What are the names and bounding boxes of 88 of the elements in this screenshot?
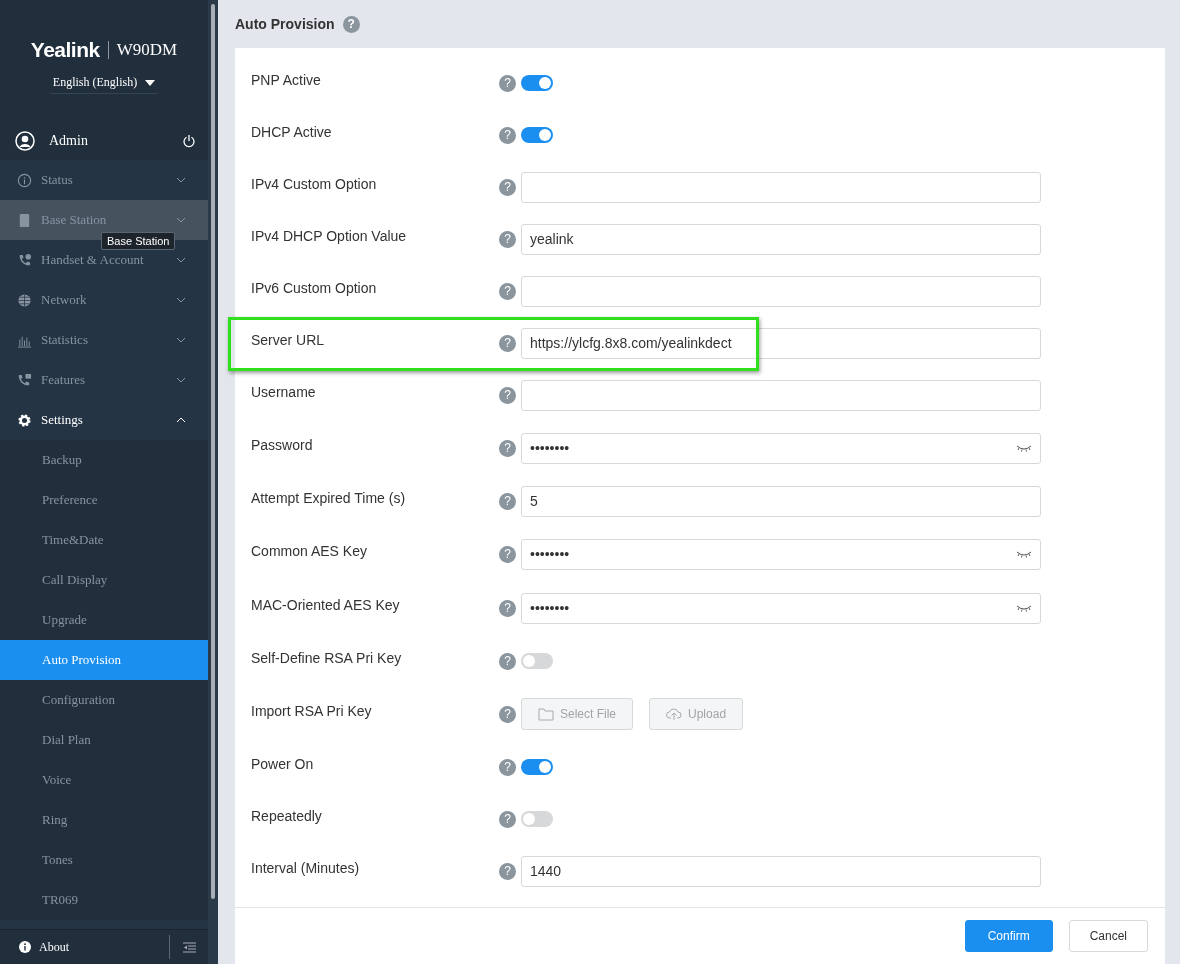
field-label: IPv4 Custom Option xyxy=(251,175,378,192)
sidebar-item[interactable]: Statistics xyxy=(0,320,208,360)
password-field[interactable]: •••••••• xyxy=(521,432,1041,464)
password-field[interactable]: •••••••• xyxy=(521,592,1041,624)
toggle-switch[interactable] xyxy=(521,811,553,827)
language-dropdown[interactable]: English (English) xyxy=(48,72,160,94)
field-label: Power On xyxy=(251,755,315,772)
about-link[interactable]: About xyxy=(39,939,69,955)
field-label: DHCP Active xyxy=(251,123,333,140)
closed-eye-icon[interactable] xyxy=(1016,550,1032,558)
field-label: PNP Active xyxy=(251,71,322,88)
sidebar-item[interactable]: Status xyxy=(0,160,208,200)
help-icon[interactable]: ? xyxy=(499,652,516,670)
toggle-switch[interactable] xyxy=(521,653,553,669)
help-icon[interactable]: ? xyxy=(499,230,516,248)
field-label: Username xyxy=(251,383,317,400)
info-icon xyxy=(19,941,31,953)
cloud-upload-icon xyxy=(666,707,683,721)
settings-icon xyxy=(17,412,32,428)
help-icon[interactable]: ? xyxy=(342,15,360,33)
select-file-button[interactable]: Select File xyxy=(521,698,634,730)
field-label: Server URL xyxy=(251,331,326,348)
caret-icon xyxy=(145,79,156,86)
help-icon[interactable]: ? xyxy=(499,758,516,776)
input-field[interactable]: 5 xyxy=(521,485,1041,517)
input-field[interactable]: 1440 xyxy=(521,855,1041,887)
field-label: MAC-Oriented AES Key xyxy=(251,596,401,613)
field-label: Interval (Minutes) xyxy=(251,859,361,876)
input-field[interactable] xyxy=(521,171,1041,203)
sidebar-item[interactable]: Network xyxy=(0,280,208,320)
help-icon[interactable]: ? xyxy=(499,810,516,828)
help-icon[interactable]: ? xyxy=(499,386,516,404)
toggle-switch[interactable] xyxy=(521,127,553,143)
sidebar-subitem[interactable]: Auto Provision xyxy=(0,640,208,680)
chevron-icon xyxy=(176,177,186,183)
field-label: Common AES Key xyxy=(251,542,368,559)
upload-button[interactable]: Upload xyxy=(649,698,744,730)
folder-icon xyxy=(538,707,554,721)
help-icon[interactable]: ? xyxy=(499,334,516,352)
input-field[interactable]: yealink xyxy=(521,223,1041,255)
password-field[interactable]: •••••••• xyxy=(521,538,1041,570)
brand-logo: Yealink xyxy=(30,38,100,62)
cancel-button[interactable]: Cancel xyxy=(1068,920,1148,952)
help-icon[interactable]: ? xyxy=(499,545,516,563)
chevron-icon xyxy=(176,337,186,343)
user-avatar-icon xyxy=(15,131,35,151)
help-icon[interactable]: ? xyxy=(499,74,516,92)
input-field[interactable]: https://ylcfg.8x8.com/yealinkdect xyxy=(521,327,1041,359)
field-label: IPv4 DHCP Option Value xyxy=(251,227,408,244)
closed-eye-icon[interactable] xyxy=(1016,444,1032,452)
model-name: W90DM xyxy=(116,40,178,60)
phone-user-icon xyxy=(17,252,32,268)
user-name: Admin xyxy=(49,133,88,149)
sidebar-item[interactable]: Settings xyxy=(0,400,208,440)
tooltip: Base Station xyxy=(101,232,176,250)
help-icon[interactable]: ? xyxy=(499,492,516,510)
field-label: Import RSA Pri Key xyxy=(251,702,373,719)
input-field[interactable] xyxy=(521,275,1041,307)
field-label: Self-Define RSA Pri Key xyxy=(251,649,403,666)
chevron-icon xyxy=(176,377,186,383)
info-icon xyxy=(17,172,32,188)
field-label: Password xyxy=(251,436,314,453)
toggle-switch[interactable] xyxy=(521,759,553,775)
sidebar-item[interactable]: Features xyxy=(0,360,208,400)
phone-message-icon xyxy=(17,372,32,388)
chevron-icon xyxy=(176,297,186,303)
page-title: Auto Provision xyxy=(235,16,335,32)
help-icon[interactable]: ? xyxy=(499,126,516,144)
help-icon[interactable]: ? xyxy=(499,282,516,300)
field-label: Repeatedly xyxy=(251,807,323,824)
globe-icon xyxy=(17,292,32,308)
field-label: Attempt Expired Time (s) xyxy=(251,489,407,506)
chevron-icon xyxy=(176,417,186,423)
chevron-icon xyxy=(176,217,186,223)
collapse-menu-icon[interactable] xyxy=(182,941,196,953)
field-label: IPv6 Custom Option xyxy=(251,279,378,296)
help-icon[interactable]: ? xyxy=(499,439,516,457)
help-icon[interactable]: ? xyxy=(499,599,516,617)
chevron-icon xyxy=(176,257,186,263)
help-icon[interactable]: ? xyxy=(499,705,516,723)
help-icon[interactable]: ? xyxy=(499,178,516,196)
power-icon[interactable] xyxy=(182,134,196,148)
input-field[interactable] xyxy=(521,379,1041,411)
confirm-button[interactable]: Confirm xyxy=(964,920,1053,952)
toggle-switch[interactable] xyxy=(521,75,553,91)
help-icon[interactable]: ? xyxy=(499,862,516,880)
closed-eye-icon[interactable] xyxy=(1016,604,1032,612)
tablet-icon xyxy=(17,212,32,228)
